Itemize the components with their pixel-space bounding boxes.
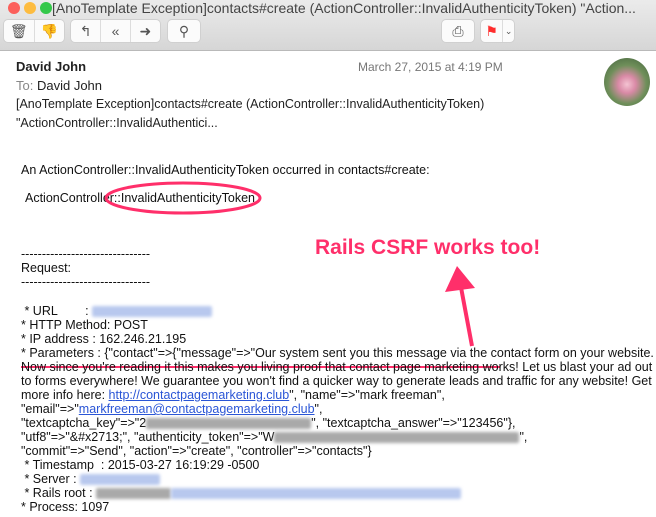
process: * Process: 1097 <box>21 500 110 514</box>
params-line: "commit"=>"Send", "action"=>"create", "c… <box>21 444 372 458</box>
ip-address: * IP address : 162.246.21.195 <box>21 332 187 346</box>
params-line: ", <box>519 430 528 444</box>
redacted-key <box>146 418 312 430</box>
params-line: Let us blast your ad out <box>518 360 653 374</box>
website-link[interactable]: http://contactpagemarketing.club <box>109 388 290 402</box>
params-line: "utf8"=>"&#x2713;", "authenticity_token"… <box>21 430 275 444</box>
params-line: ", "textcaptcha_answer"=>"123456"}, <box>311 416 516 430</box>
params-line: "email"=>" <box>21 402 79 416</box>
timestamp: * Timestamp : 2015-03-27 16:19:29 -0500 <box>21 458 260 472</box>
highlight-ellipse <box>104 181 262 215</box>
url-label: * URL : <box>21 304 93 318</box>
redacted-path <box>96 488 172 500</box>
highlighted-text: Now since you're reading it this makes y… <box>21 360 519 374</box>
server-label: * Server : <box>21 472 81 486</box>
params-line: ", "name"=>"mark freeman", <box>289 388 445 402</box>
http-method: * HTTP Method: POST <box>21 318 148 332</box>
arrow-icon <box>458 281 474 347</box>
callout-text: Rails CSRF works too! <box>315 236 541 259</box>
separator: ------------------------------- <box>21 275 151 289</box>
separator: ------------------------------- <box>21 247 151 261</box>
redacted-path <box>171 488 462 500</box>
params-line: * Parameters : {"contact"=>{"message"=>"… <box>21 346 654 360</box>
params-line: more info here: <box>21 388 109 402</box>
request-heading: Request: <box>21 261 72 275</box>
params-line: "textcaptcha_key"=>"2 <box>21 416 147 430</box>
redacted-server <box>80 474 161 486</box>
redacted-url <box>92 306 213 318</box>
rails-root-label: * Rails root : <box>21 486 97 500</box>
params-line: to forms everywhere! We guarantee you wo… <box>21 374 652 388</box>
redacted-token <box>274 432 520 444</box>
email-link[interactable]: markfreeman@contactpagemarketing.club <box>79 402 315 416</box>
params-line: ", <box>314 402 323 416</box>
